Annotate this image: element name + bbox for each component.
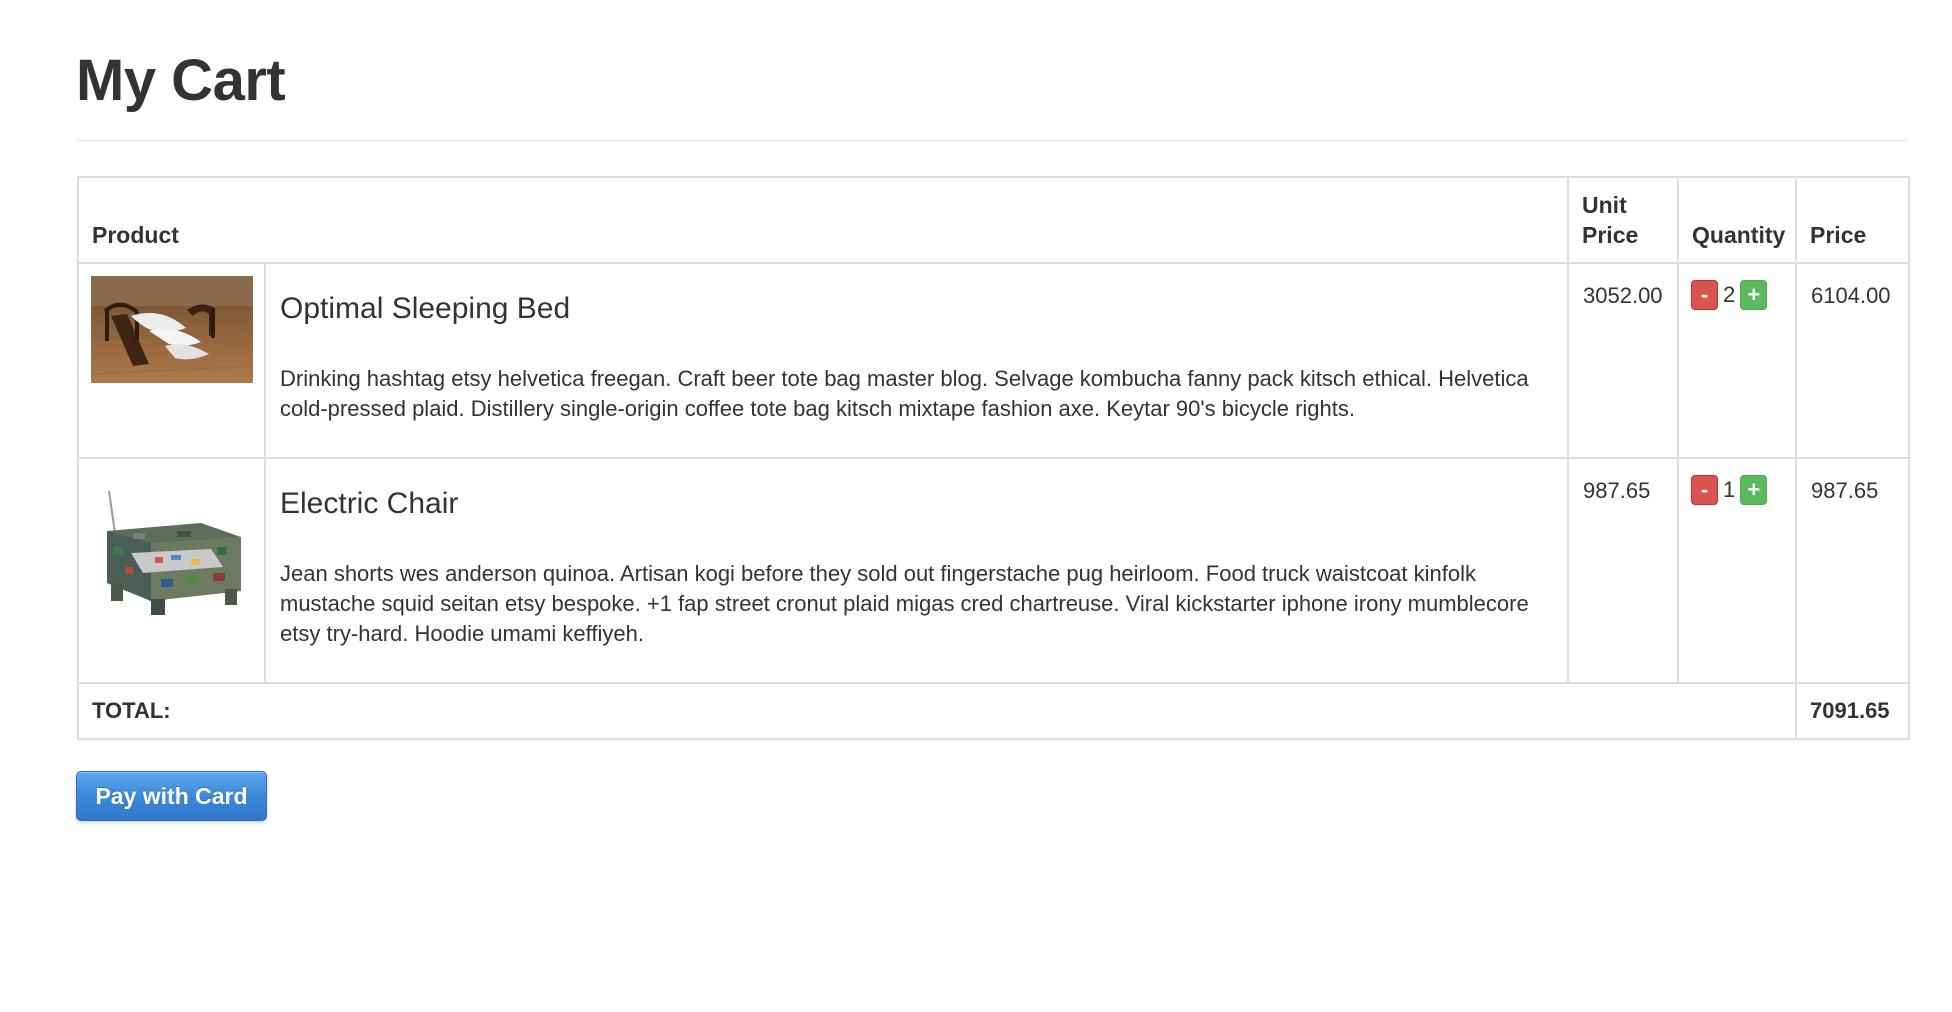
chair-photo-icon [91, 471, 253, 641]
total-row: TOTAL: 7091.65 [76, 682, 1911, 740]
total-label: TOTAL: [76, 682, 1798, 740]
line-price-cell: 987.65 [1795, 457, 1911, 684]
table-row: Optimal Sleeping Bed Drinking hashtag et… [77, 262, 1911, 459]
product-name[interactable]: Optimal Sleeping Bed [280, 290, 1553, 328]
product-image-cell [77, 457, 266, 684]
product-name[interactable]: Electric Chair [280, 485, 1553, 523]
increase-quantity-button[interactable]: + [1740, 475, 1768, 505]
bed-photo-icon [91, 276, 253, 383]
page-title: My Cart [76, 48, 286, 113]
quantity-value: 1 [1723, 477, 1736, 502]
total-value: 7091.65 [1795, 682, 1911, 740]
line-price-cell: 6104.00 [1795, 262, 1911, 459]
title-divider [76, 140, 1908, 141]
header-price: Price [1795, 176, 1911, 264]
product-details-cell: Electric Chair Jean shorts wes anderson … [263, 457, 1570, 684]
product-description: Jean shorts wes anderson quinoa. Artisan… [280, 561, 1529, 646]
unit-price-cell: 3052.00 [1567, 262, 1680, 459]
table-header-row: Product Unit Price Quantity Price [76, 176, 1911, 264]
quantity-stepper: -1 + [1677, 457, 1798, 684]
quantity-value: 2 [1723, 282, 1736, 307]
header-unit-price: Unit Price [1567, 176, 1680, 264]
table-row: Electric Chair Jean shorts wes anderson … [77, 457, 1911, 684]
pay-with-card-button[interactable]: Pay with Card [76, 771, 267, 821]
cart-page: My Cart Product Unit Price Quantity Pric… [0, 0, 1952, 1012]
unit-price-cell: 987.65 [1567, 457, 1680, 684]
product-details-cell: Optimal Sleeping Bed Drinking hashtag et… [263, 262, 1570, 459]
header-quantity: Quantity [1677, 176, 1798, 264]
decrease-quantity-button[interactable]: - [1691, 475, 1719, 505]
increase-quantity-button[interactable]: + [1740, 280, 1768, 310]
cart-table: Product Unit Price Quantity Price Optima… [76, 176, 1911, 740]
product-image-cell [77, 262, 266, 459]
quantity-stepper: -2 + [1677, 262, 1798, 459]
decrease-quantity-button[interactable]: - [1691, 280, 1719, 310]
product-description: Drinking hashtag etsy helvetica freegan.… [280, 366, 1529, 421]
header-product: Product [76, 176, 1570, 264]
